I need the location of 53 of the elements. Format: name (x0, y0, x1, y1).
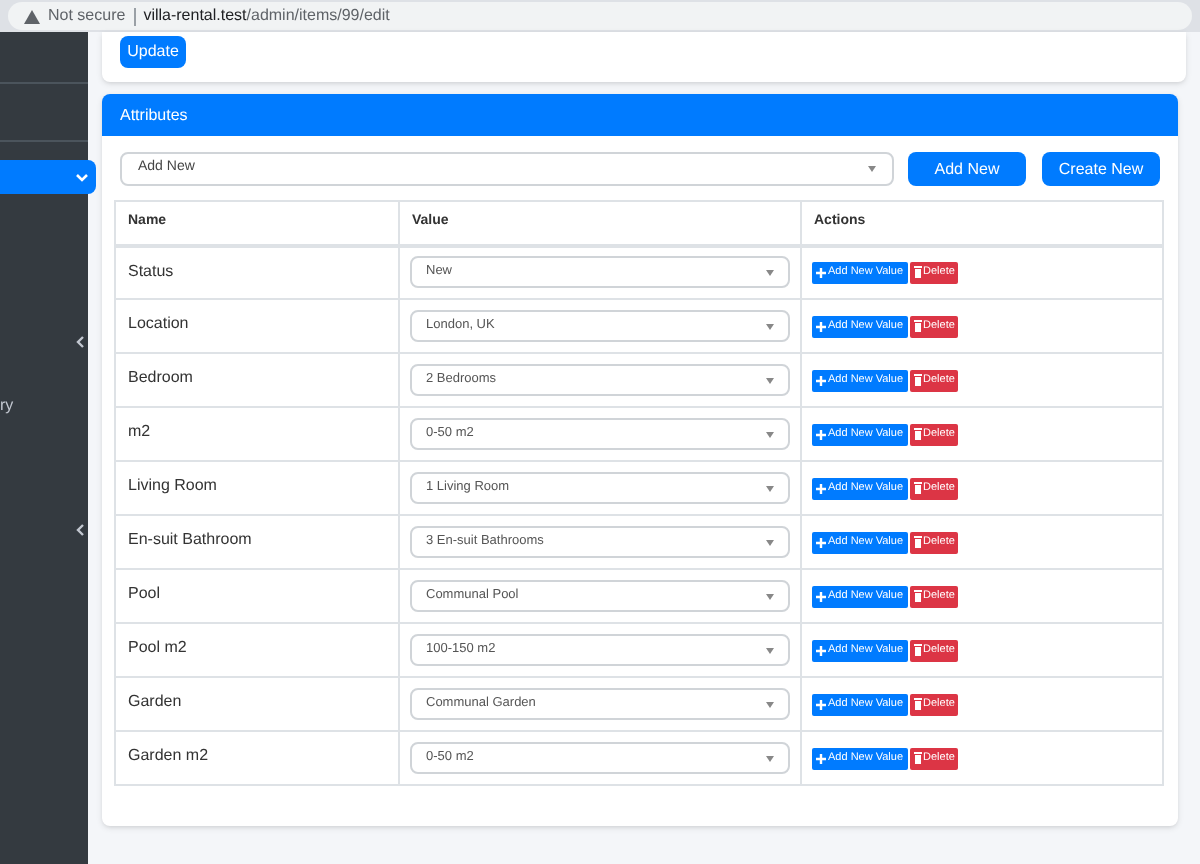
trash-icon (913, 482, 922, 494)
create-new-button[interactable]: Create New (1042, 152, 1160, 186)
warning-icon (24, 9, 40, 23)
card-header: Attributes (102, 94, 1178, 136)
plus-icon (816, 591, 826, 601)
name-cell: m2 (115, 407, 399, 461)
trash-icon (913, 644, 922, 656)
name-cell: Pool (115, 569, 399, 623)
plus-icon (816, 321, 826, 331)
plus-icon (816, 537, 826, 547)
plus-icon (816, 645, 826, 655)
trash-icon (913, 536, 922, 548)
dropdown-icon (766, 539, 774, 545)
name-cell: Garden m2 (115, 731, 399, 785)
plus-icon (816, 267, 826, 278)
name-cell: Location (115, 299, 399, 353)
dropdown-icon (766, 269, 774, 276)
dropdown-icon (766, 323, 774, 329)
chevron-down-icon (76, 173, 88, 181)
dropdown-icon (766, 485, 774, 491)
plus-icon (816, 483, 826, 493)
dropdown-icon (766, 377, 774, 383)
dropdown-icon (766, 701, 774, 707)
sidebar-label[interactable]: ry (0, 394, 14, 418)
trash-icon (913, 266, 922, 279)
dropdown-icon (766, 755, 774, 761)
trash-icon (913, 698, 922, 710)
name-cell: Garden (115, 677, 399, 731)
address-bar[interactable]: Not secure villa-rental.test/admin/items/99/edit (8, 2, 1192, 30)
name-cell: Living Room (115, 461, 399, 515)
trash-icon (913, 374, 922, 386)
plus-icon (816, 699, 826, 709)
trash-icon (913, 752, 922, 764)
chevron-left-icon[interactable] (76, 524, 84, 536)
trash-icon (913, 428, 922, 440)
dropdown-icon (766, 431, 774, 437)
plus-icon (816, 429, 826, 439)
dropdown-icon (766, 647, 774, 653)
chevron-left-icon[interactable] (76, 336, 84, 348)
trash-icon (913, 590, 922, 602)
add-new-button[interactable]: Add New (908, 152, 1026, 186)
update-button[interactable]: Update (120, 36, 186, 68)
name-cell: Status (115, 245, 399, 299)
dropdown-icon (766, 593, 774, 599)
url-text: villa-rental.test/admin/items/99/edit (143, 4, 390, 28)
name-cell: Pool m2 (115, 623, 399, 677)
dropdown-icon (868, 166, 876, 172)
security-label: Not secure (48, 4, 126, 28)
name-cell: En-suit Bathroom (115, 515, 399, 569)
name-cell: Bedroom (115, 353, 399, 407)
plus-icon (816, 375, 826, 385)
trash-icon (913, 320, 922, 332)
plus-icon (816, 753, 826, 763)
